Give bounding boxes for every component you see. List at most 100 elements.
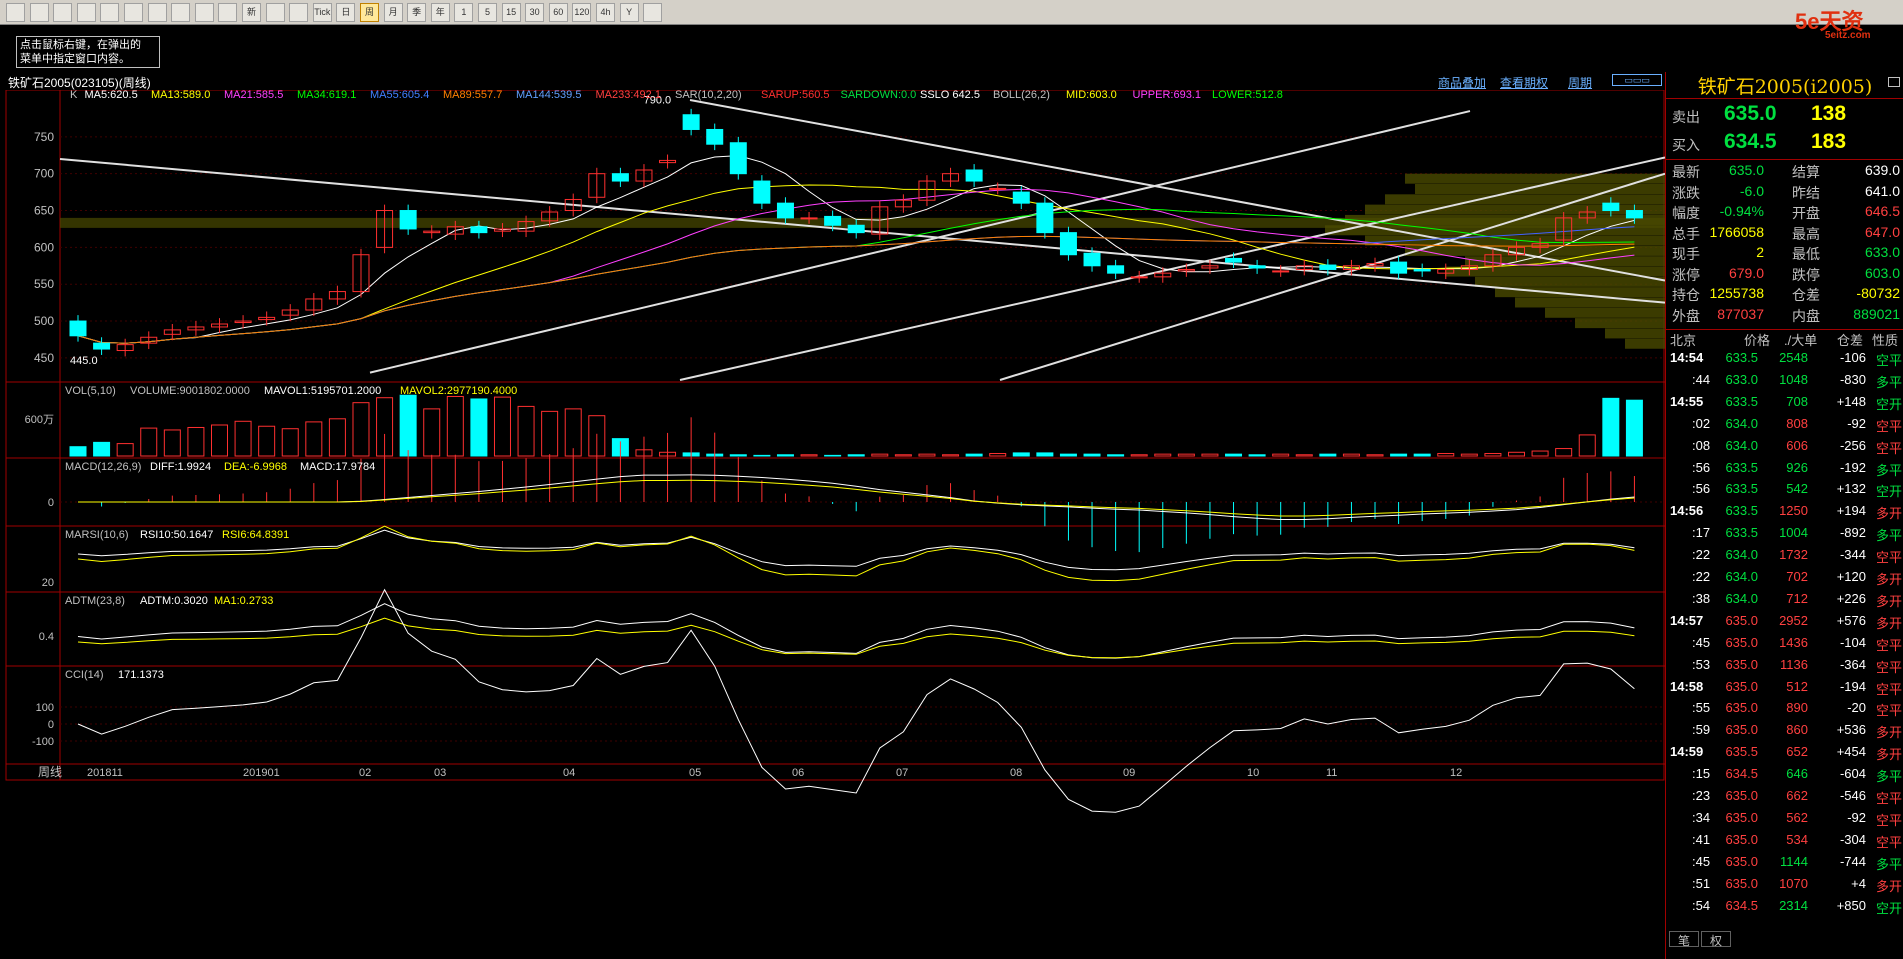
x-tick: 11 — [1326, 767, 1337, 779]
kline-chart[interactable]: 750700650600550500450790.0445.0K MA5:620.… — [0, 90, 1665, 959]
overlay-commodity-link[interactable]: 商品叠加 — [1438, 74, 1486, 91]
filter-icon[interactable] — [218, 3, 238, 22]
tick-oi: +120 — [1836, 569, 1866, 584]
zoom-out-icon[interactable] — [124, 3, 143, 22]
tick-price: 633.0 — [1725, 371, 1758, 387]
period-link[interactable]: 周期 — [1568, 74, 1592, 91]
list-icon[interactable] — [265, 3, 285, 22]
week-icon[interactable]: 周 — [360, 3, 379, 22]
volume-bar — [234, 420, 252, 457]
quote-value: 877037 — [1717, 305, 1764, 322]
120min-icon[interactable]: 120 — [572, 3, 592, 22]
zoom-in-icon[interactable] — [100, 3, 120, 22]
month-icon[interactable]: 月 — [383, 3, 403, 22]
tick-time: :38 — [1692, 590, 1711, 606]
volume-profile-bar — [1515, 297, 1665, 308]
multi-day-icon[interactable]: Y — [619, 3, 639, 22]
30min-icon[interactable]: 30 — [525, 3, 545, 22]
quote-label: 结算 — [1792, 164, 1820, 180]
tick-row: :08 634.0 606 -256 空平 — [1666, 438, 1903, 460]
ma89-line — [77, 235, 1635, 344]
window-buttons[interactable]: ▭▭▭ — [1612, 74, 1662, 86]
tick-volume: 890 — [1786, 700, 1808, 716]
volume-bar — [1460, 453, 1478, 457]
tick-oi: -364 — [1839, 656, 1866, 672]
tick-price: 635.5 — [1725, 744, 1758, 760]
back-icon[interactable] — [29, 3, 49, 22]
quote-value: 646.5 — [1864, 203, 1900, 219]
candle-body — [1130, 276, 1148, 279]
tick-time: :15 — [1692, 766, 1711, 782]
panel-toggle-icon[interactable] — [1888, 77, 1900, 87]
tick-volume: 512 — [1786, 678, 1808, 694]
year-icon[interactable]: 年 — [430, 3, 450, 22]
volume-bar — [140, 427, 158, 457]
adtm-value: ADTM:0.3020 — [140, 595, 208, 607]
pencil-icon[interactable] — [194, 3, 214, 22]
tick-time: :56 — [1692, 459, 1711, 475]
tick-type: 空开 — [1875, 396, 1902, 412]
quote-label: 幅度 — [1672, 205, 1700, 221]
quote-title: 铁矿石2005(i2005) — [1697, 76, 1873, 98]
pen-icon[interactable] — [171, 3, 191, 22]
quote-label: 涨停 — [1672, 266, 1700, 283]
tick-type: 空平 — [1875, 353, 1902, 368]
volume-bar — [1248, 454, 1266, 457]
tick-type: 空平 — [1875, 834, 1902, 850]
cci-tick: -100 — [32, 736, 54, 748]
tab-rights[interactable]: 权 — [1701, 931, 1731, 948]
tick-volume: 1136 — [1780, 656, 1808, 672]
candle-body — [1319, 264, 1337, 270]
volume-profile-bar — [1385, 194, 1665, 205]
x-tick: 08 — [1010, 767, 1022, 779]
day-icon[interactable]: 日 — [336, 3, 356, 22]
refresh-icon[interactable] — [76, 3, 96, 22]
new-icon[interactable]: 新 — [242, 3, 261, 22]
60min-icon[interactable]: 60 — [548, 3, 568, 22]
buy-row: 买入 634.5 183 — [1666, 130, 1903, 156]
home-icon[interactable] — [6, 3, 25, 22]
tick-row: :51 635.0 1070 +4 多开 — [1666, 876, 1903, 898]
volume-bar — [753, 454, 771, 457]
quote-label: 最低 — [1792, 246, 1820, 262]
vol-tick: 600万 — [25, 414, 54, 426]
volume-bar — [446, 395, 464, 457]
calendar-icon[interactable] — [643, 3, 663, 22]
bottom-tabs: 笔 权 — [1665, 931, 1903, 948]
view-options-link[interactable]: 查看期权 — [1500, 74, 1548, 91]
news-icon[interactable] — [53, 3, 73, 22]
tick-volume: 1250 — [1779, 503, 1808, 519]
volume-bar — [1083, 453, 1101, 457]
tick-price: 634.0 — [1725, 547, 1758, 563]
tick-type: 空平 — [1875, 812, 1902, 828]
tick-type: 多平 — [1875, 528, 1902, 544]
tick-type: 多平 — [1875, 374, 1902, 390]
tick-row: :44 633.0 1048 -830 多平 — [1666, 372, 1903, 394]
volume-bar — [352, 402, 370, 457]
trend-icon[interactable] — [289, 3, 309, 22]
adtm-line — [77, 603, 1635, 659]
1min-icon[interactable]: 1 — [454, 3, 474, 22]
5min-icon[interactable]: 5 — [478, 3, 497, 22]
tick-price: 635.0 — [1725, 678, 1758, 694]
tab-ticks[interactable]: 笔 — [1669, 931, 1699, 948]
tick-oi: -256 — [1839, 437, 1866, 453]
quote-value: 1255738 — [1709, 285, 1764, 301]
season-icon[interactable]: 季 — [407, 3, 427, 22]
search-icon[interactable] — [147, 3, 167, 22]
tick-oi: -744 — [1839, 853, 1866, 869]
volume-bar — [1295, 454, 1313, 457]
quote-label: 仓差 — [1792, 287, 1820, 303]
4hour-icon[interactable]: 4h — [596, 3, 615, 22]
tick-row: 14:54 633.5 2548 -106 空平 — [1666, 350, 1903, 372]
tick-icon[interactable]: Tick — [312, 3, 332, 22]
tick-price: 635.0 — [1725, 788, 1758, 803]
tick-oi: -194 — [1839, 678, 1866, 694]
cci-tick: 100 — [36, 702, 54, 714]
tick-price: 635.0 — [1725, 853, 1758, 869]
tick-volume: 662 — [1786, 788, 1808, 803]
15min-icon[interactable]: 15 — [501, 3, 521, 22]
indicator-sardown: SARDOWN:0.0 — [841, 90, 917, 101]
x-tick: 10 — [1247, 767, 1259, 779]
tick-price: 633.5 — [1725, 393, 1758, 409]
